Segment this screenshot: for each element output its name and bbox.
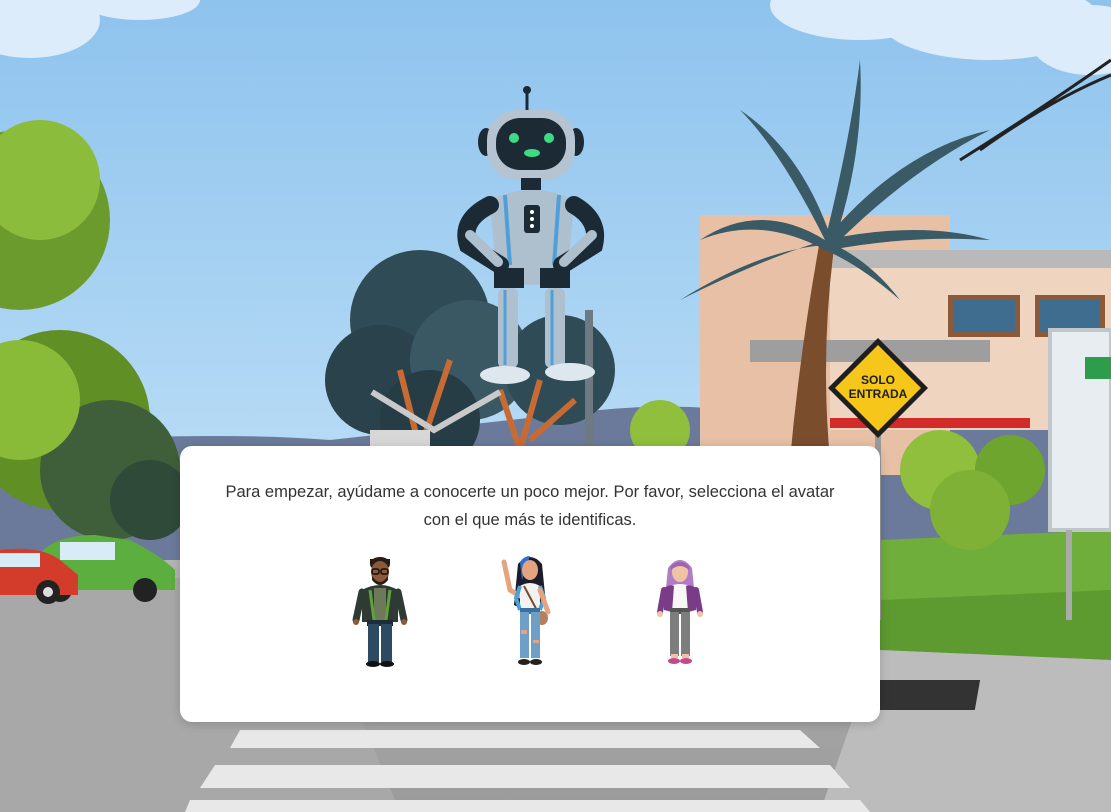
dialog-instruction: Para empezar, ayúdame a conocerte un poc… [200, 478, 860, 534]
avatar-selection-dialog: Para empezar, ayúdame a conocerte un poc… [180, 446, 880, 722]
instruction-line-2: con el que más te identificas. [423, 511, 637, 529]
avatar-man-icon [352, 557, 408, 667]
instruction-line-1: Para empezar, ayúdame a conocerte un poc… [225, 483, 835, 501]
avatar-option-1[interactable] [340, 550, 420, 670]
avatar-woman-waving-icon [501, 556, 551, 665]
avatar-option-2[interactable] [490, 550, 570, 670]
sign-text-line2: ENTRADA [849, 387, 908, 401]
sign-text-line1: SOLO [861, 373, 895, 387]
avatar-woman-purple-hair-icon [657, 560, 703, 664]
avatar-option-3[interactable] [640, 550, 720, 670]
